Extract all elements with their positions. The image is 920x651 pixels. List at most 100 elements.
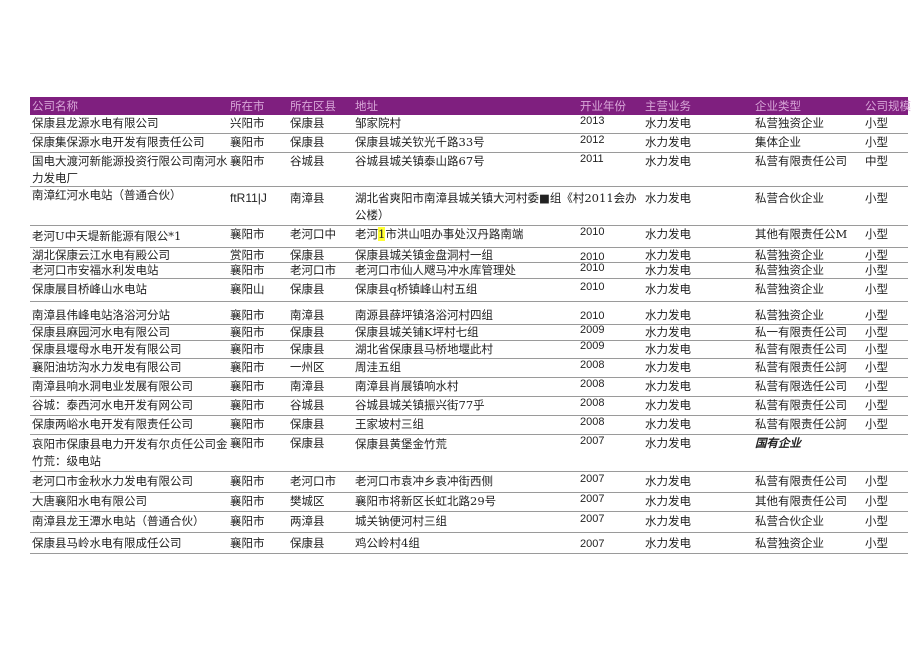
- cell-name: 国电大渡河新能源投资行限公司南河水力发电厂: [32, 154, 228, 185]
- cell-year: 2007: [580, 473, 605, 485]
- cell-address: 湖北省保康县马桥地堰此村: [355, 342, 493, 356]
- cell-business: 水力发电: [645, 360, 691, 374]
- cell-name: 老河口市安福水利发电站: [32, 263, 159, 277]
- cell-year: 2008: [580, 416, 605, 428]
- cell-year: 2011: [580, 153, 604, 165]
- cell-business: 水力发电: [645, 494, 691, 508]
- cell-district: 保康县: [290, 436, 325, 450]
- cell-name: 南漳县龙王潭水电站（普通合伙）: [32, 514, 205, 528]
- cell-city: 襄阳市: [230, 514, 265, 528]
- header-name: 公司名称: [32, 99, 78, 113]
- cell-address: 谷城县城关镇振兴街77乎: [355, 398, 485, 412]
- cell-business: 水力发电: [645, 325, 691, 339]
- cell-name: 襄阳油坊沟水力发电有限公司: [32, 360, 182, 374]
- cell-type: 私营独资企业: [755, 263, 824, 277]
- cell-size: 小型: [865, 494, 888, 508]
- table-row: 保康县龙源水电有限公司 兴阳市 保康县 邹家院村 2013 水力发电 私营独资企…: [30, 115, 908, 134]
- table-row: 哀阳市保康县电力开发有尔贞任公司金竹荒：级电站 襄阳市 保康县 保康县黄堡金竹荒…: [30, 435, 908, 472]
- header-size: 公司规模: [865, 99, 911, 113]
- cell-address: 王家坡村三组: [355, 417, 424, 431]
- cell-type: 私一有限责任公司: [755, 325, 847, 339]
- cell-business: 水力发电: [645, 536, 691, 550]
- cell-name: 南漳红河水电站（普通合伙）: [32, 188, 182, 202]
- cell-type: 私营有限选任公司: [755, 379, 847, 393]
- cell-type: 私营合伙企业: [755, 514, 824, 528]
- cell-address: 湖北省爽阳市南漳县城关镇大河村委■组《村2011会办公楼）: [355, 191, 637, 222]
- cell-district: 老河口市: [290, 474, 336, 488]
- cell-business: 水力发电: [645, 514, 691, 528]
- cell-address: 南源县薛坪镇洛浴河村四组: [355, 308, 493, 322]
- cell-name: 老河U中天堤新能源有限公*1: [32, 229, 182, 243]
- cell-business: 水力发电: [645, 191, 691, 205]
- cell-address: 保康县黄堡金竹荒: [355, 437, 447, 451]
- cell-city: 襄阳市: [230, 398, 265, 412]
- cell-year: 2008: [580, 397, 605, 409]
- cell-address: 谷城县城关镇泰山路67号: [355, 154, 485, 168]
- cell-district: 一州区: [290, 360, 325, 374]
- cell-city: 襄阳市: [230, 308, 265, 322]
- cell-business: 水力发电: [645, 282, 691, 296]
- cell-district: 老河口市: [290, 263, 336, 277]
- cell-name: 保康两峪水电开发有限责任公司: [32, 417, 193, 431]
- cell-business: 水力发电: [645, 379, 691, 393]
- header-business: 主营业务: [645, 99, 691, 113]
- header-district: 所在区县: [290, 99, 336, 113]
- cell-address: 邹家院村: [355, 116, 401, 130]
- cell-type: 私营独资企业: [755, 308, 824, 322]
- cell-type: 私营有限责任公司: [755, 342, 847, 356]
- cell-city: 兴阳市: [230, 116, 265, 130]
- cell-type: 私营有限责任公司: [755, 474, 847, 488]
- cell-district: 谷城县: [290, 398, 325, 412]
- address-prefix: 老河: [355, 227, 378, 241]
- cell-year: 2008: [580, 359, 605, 371]
- cell-name: 大唐襄阳水电有限公司: [32, 494, 147, 508]
- cell-year: 2007: [580, 435, 605, 447]
- table-row: 保康县堰母水电开发有限公司 襄阳市 保康县 湖北省保康县马桥地堰此村 2009 …: [30, 340, 908, 359]
- cell-district: 南漳县: [290, 379, 325, 393]
- table-row: 南漳红河水电站（普通合伙） ftR11|J 南漳县 湖北省爽阳市南漳县城关镇大河…: [30, 187, 908, 226]
- cell-business: 水力发电: [645, 398, 691, 412]
- cell-business: 水力发电: [645, 417, 691, 431]
- table-row: 保康集保源水电开发有限责任公司 襄阳市 保康县 保康县城关钦光千路33号 201…: [30, 134, 908, 153]
- cell-address: 襄阳市将新区长虹北路29号: [355, 494, 497, 508]
- cell-district: 保康县: [290, 325, 325, 339]
- cell-size: 小型: [865, 263, 888, 277]
- cell-district: 谷城县: [290, 154, 325, 168]
- cell-address: 保康县q桥镇峰山村五组: [355, 282, 478, 296]
- table-row: 南漳县伟峰电站洛浴河分站 襄阳市 南漳县 南源县薛坪镇洛浴河村四组 2010 水…: [30, 307, 908, 325]
- cell-type: 国有企业: [755, 436, 801, 450]
- cell-city: 襄阳市: [230, 227, 265, 241]
- cell-size: 小型: [865, 474, 888, 488]
- cell-year: 2010: [580, 281, 605, 293]
- cell-business: 水力发电: [645, 436, 691, 450]
- cell-year: 2009: [580, 324, 605, 336]
- cell-district: 保康县: [290, 536, 325, 550]
- cell-city: 襄阳市: [230, 135, 265, 149]
- cell-city: ftR11|J: [230, 191, 267, 205]
- cell-address: 保康县城关钦光千路33号: [355, 135, 485, 149]
- cell-name: 保康展目桥峰山水电站: [32, 282, 147, 296]
- table-row: 保康县马岭水电有限成任公司 襄阳市 保康县 鸡公岭村4组 2007 水力发电 私…: [30, 533, 908, 554]
- cell-city: 襄阳市: [230, 379, 265, 393]
- table-row: 湖北保康云江水电有殿公司 赏阳市 保康县 保康县城关镇金盘洞村一组 2010 水…: [30, 248, 908, 263]
- cell-type: 私营有限责任公訶: [755, 360, 847, 374]
- cell-district: 南漳县: [290, 191, 325, 205]
- cell-size: 小型: [865, 191, 888, 205]
- cell-business: 水力发电: [645, 154, 691, 168]
- cell-business: 水力发电: [645, 116, 691, 130]
- cell-year: 2010: [580, 262, 605, 274]
- table-row: 国电大渡河新能源投资行限公司南河水力发电厂 襄阳巿 谷城县 谷城县城关镇泰山路6…: [30, 153, 908, 187]
- cell-name: 保康县龙源水电有限公司: [32, 116, 159, 130]
- cell-district: 老河口中: [290, 227, 336, 241]
- table-row: 大唐襄阳水电有限公司 襄阳市 樊城区 襄阳市将新区长虹北路29号 2007 水力…: [30, 493, 908, 512]
- table-row: 南漳县龙王潭水电站（普通合伙） 襄阳市 两漳县 城关钠便河村三组 2007 水力…: [30, 512, 908, 533]
- cell-year: 2013: [580, 115, 605, 127]
- cell-city: 襄阳市: [230, 494, 265, 508]
- cell-year: 2012: [580, 134, 605, 146]
- table-row: 保康两峪水电开发有限责任公司 襄阳市 保康县 王家坡村三组 2008 水力发电 …: [30, 416, 908, 435]
- cell-address: 保康县城关铺K坪村七组: [355, 325, 479, 339]
- cell-size: 小型: [865, 116, 888, 130]
- cell-size: 小型: [865, 135, 888, 149]
- header-type: 企业类型: [755, 99, 801, 113]
- table-header: 公司名称 所在市 所在区县 地址 开业年份 主营业务 企业类型 公司规模: [30, 97, 911, 115]
